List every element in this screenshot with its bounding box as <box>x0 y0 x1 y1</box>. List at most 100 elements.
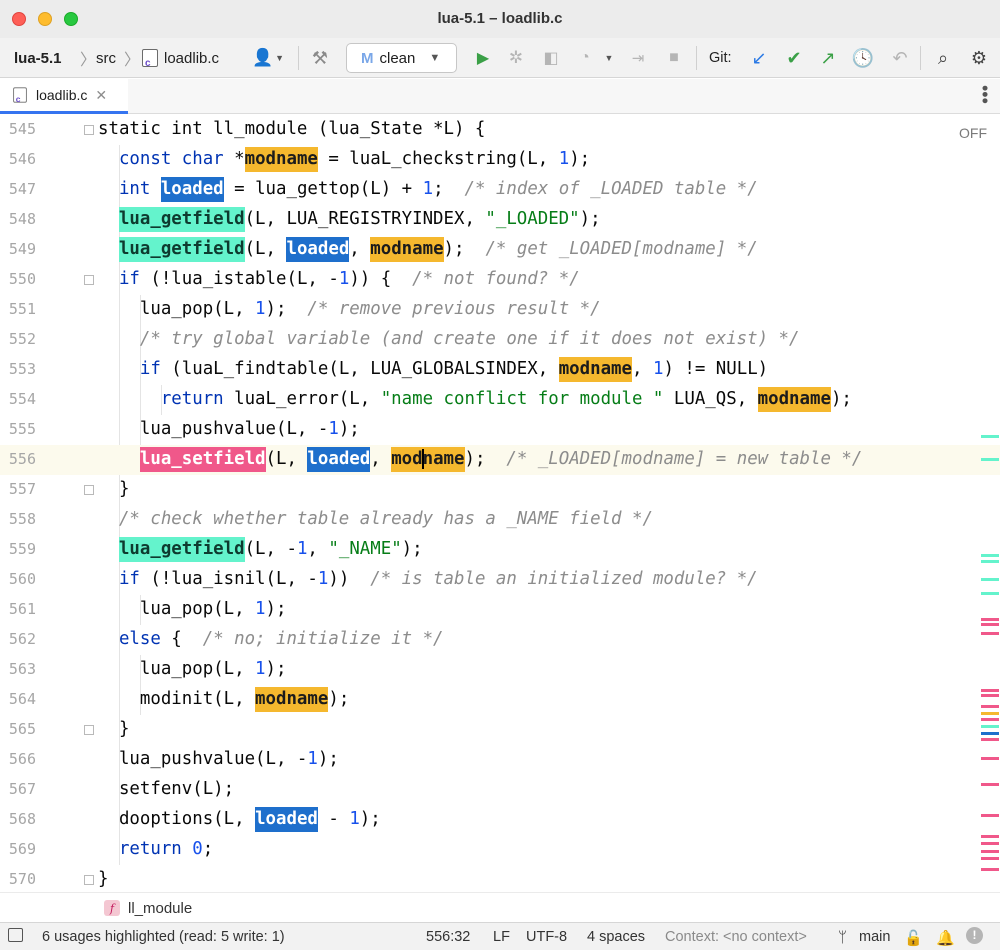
tool-windows-icon[interactable] <box>8 928 23 942</box>
line-number[interactable]: 566 <box>0 750 36 768</box>
code-line[interactable]: 547 int loaded = lua_gettop(L) + 1; /* in… <box>0 175 1000 205</box>
line-number[interactable]: 560 <box>0 570 36 588</box>
line-number[interactable]: 557 <box>0 480 36 498</box>
scrollbar-marker[interactable] <box>981 718 999 721</box>
tab-loadlib-c[interactable]: loadlib.c ✕ <box>0 79 128 114</box>
code-line[interactable]: 568 dooptions(L, loaded - 1); <box>0 805 1000 835</box>
line-number[interactable]: 567 <box>0 780 36 798</box>
line-number[interactable]: 547 <box>0 180 36 198</box>
line-number[interactable]: 548 <box>0 210 36 228</box>
scrollbar-marker[interactable] <box>981 868 999 871</box>
git-push-icon[interactable]: ↗ <box>817 38 839 78</box>
code-text[interactable]: lua_pushvalue(L, -1); <box>119 749 339 769</box>
code-text[interactable]: } <box>119 479 129 499</box>
run-config-select[interactable]: M clean ▼ <box>346 43 457 73</box>
fold-toggle-icon[interactable] <box>84 875 94 885</box>
code-text[interactable]: if (!lua_istable(L, -1)) { /* not found?… <box>119 269 580 289</box>
code-text[interactable]: /* check whether table already has a _NA… <box>119 509 653 529</box>
code-line[interactable]: 549 lua_getfield(L, loaded, modname); /* … <box>0 235 1000 265</box>
line-number[interactable]: 568 <box>0 810 36 828</box>
code-line[interactable]: 546 const char *modname = luaL_checkstrin… <box>0 145 1000 175</box>
git-commit-icon[interactable]: ✔ <box>783 38 805 78</box>
search-icon[interactable]: ⌕ <box>932 38 954 78</box>
code-text[interactable]: dooptions(L, loaded - 1); <box>119 807 381 832</box>
code-text[interactable]: setfenv(L); <box>119 779 234 799</box>
line-number[interactable]: 549 <box>0 240 36 258</box>
code-text[interactable]: if (luaL_findtable(L, LUA_GLOBALSINDEX, … <box>140 357 768 382</box>
code-text[interactable]: if (!lua_isnil(L, -1)) /* is table an in… <box>119 569 758 589</box>
code-line[interactable]: 566 lua_pushvalue(L, -1); <box>0 745 1000 775</box>
scrollbar-marker[interactable] <box>981 554 999 557</box>
code-line[interactable]: 570} <box>0 865 1000 892</box>
code-text[interactable]: lua_getfield(L, loaded, modname); /* get… <box>118 237 758 262</box>
code-line[interactable]: 550 if (!lua_istable(L, -1)) { /* not fou… <box>0 265 1000 295</box>
line-number[interactable]: 561 <box>0 600 36 618</box>
scrollbar-marker[interactable] <box>981 783 999 786</box>
line-number[interactable]: 562 <box>0 630 36 648</box>
code-line[interactable]: 552 /* try global variable (and create on… <box>0 325 1000 355</box>
breadcrumb-file[interactable]: loadlib.c <box>142 38 219 78</box>
notifications-icon[interactable]: 🔔 <box>936 929 955 947</box>
breadcrumb-project[interactable]: lua-5.1 <box>14 38 62 78</box>
indent-setting[interactable]: 4 spaces <box>587 929 645 945</box>
line-number[interactable]: 550 <box>0 270 36 288</box>
line-number[interactable]: 559 <box>0 540 36 558</box>
code-text[interactable]: lua_setfield(L, loaded, modname); /* _LO… <box>139 447 862 472</box>
hammer-icon[interactable]: ⚒ <box>308 38 332 78</box>
line-number[interactable]: 570 <box>0 870 36 888</box>
line-number[interactable]: 553 <box>0 360 36 378</box>
code-text[interactable]: return luaL_error(L, "name conflict for … <box>161 387 852 412</box>
code-text[interactable]: lua_pop(L, 1); <box>140 659 287 679</box>
code-text[interactable]: lua_pop(L, 1); /* remove previous result… <box>140 299 601 319</box>
fold-toggle-icon[interactable] <box>84 275 94 285</box>
code-line[interactable]: 564 modinit(L, modname); <box>0 685 1000 715</box>
code-text[interactable]: lua_pushvalue(L, -1); <box>140 419 360 439</box>
code-line[interactable]: 569 return 0; <box>0 835 1000 865</box>
caret-position[interactable]: 556:32 <box>426 929 470 945</box>
code-line[interactable]: 560 if (!lua_isnil(L, -1)) /* is table an… <box>0 565 1000 595</box>
scrollbar-marker[interactable] <box>981 738 999 741</box>
code-text[interactable]: /* try global variable (and create one i… <box>140 329 800 349</box>
scrollbar-marker[interactable] <box>981 592 999 595</box>
line-number[interactable]: 555 <box>0 420 36 438</box>
scrollbar-marker[interactable] <box>981 623 999 626</box>
code-line[interactable]: 557} <box>0 475 1000 505</box>
chevron-down-icon[interactable]: ▼ <box>602 38 616 78</box>
code-line[interactable]: 562 else { /* no; initialize it */ <box>0 625 1000 655</box>
warning-icon[interactable]: ! <box>966 927 983 944</box>
line-number[interactable]: 552 <box>0 330 36 348</box>
code-text[interactable]: int loaded = lua_gettop(L) + 1; /* index… <box>119 177 758 202</box>
line-number[interactable]: 554 <box>0 390 36 408</box>
code-line[interactable]: 553 if (luaL_findtable(L, LUA_GLOBALSINDE… <box>0 355 1000 385</box>
scrollbar-marker[interactable] <box>981 694 999 697</box>
scrollbar-marker[interactable] <box>981 632 999 635</box>
line-number[interactable]: 556 <box>0 450 36 468</box>
run-icon[interactable]: ▶ <box>472 38 494 78</box>
code-text[interactable]: lua_getfield(L, -1, "_NAME"); <box>118 537 423 562</box>
code-editor[interactable]: OFF 545 static int ll_module (lua_State *… <box>0 115 1000 892</box>
code-text[interactable]: return 0; <box>119 839 213 859</box>
scrollbar-marker[interactable] <box>981 560 999 563</box>
context-selector[interactable]: Context: <no context> <box>665 929 807 945</box>
more-options-icon[interactable]: ••• <box>975 85 995 104</box>
fold-toggle-icon[interactable] <box>84 125 94 135</box>
rollback-icon[interactable]: ↶ <box>889 38 911 78</box>
code-line[interactable]: 548 lua_getfield(L, LUA_REGISTRYINDEX, "_… <box>0 205 1000 235</box>
scrollbar-marker[interactable] <box>981 842 999 845</box>
code-line[interactable]: 545 static int ll_module (lua_State *L) { <box>0 115 1000 145</box>
code-line[interactable]: 556 lua_setfield(L, loaded, modname); /* … <box>0 445 1000 475</box>
code-text[interactable]: const char *modname = luaL_checkstring(L… <box>119 147 590 172</box>
line-number[interactable]: 545 <box>0 120 36 138</box>
line-number[interactable]: 569 <box>0 840 36 858</box>
user-icon[interactable]: 👤 ▼ <box>252 38 284 78</box>
scrollbar-marker[interactable] <box>981 578 999 581</box>
history-icon[interactable]: 🕓 <box>852 38 874 78</box>
git-update-icon[interactable]: ↙ <box>748 38 770 78</box>
scrollbar-marker[interactable] <box>981 458 999 461</box>
code-line[interactable]: 555 lua_pushvalue(L, -1); <box>0 415 1000 445</box>
fold-toggle-icon[interactable] <box>84 725 94 735</box>
scrollbar-marker[interactable] <box>981 725 999 728</box>
code-text[interactable]: modinit(L, modname); <box>140 687 349 712</box>
scrollbar-marker[interactable] <box>981 814 999 817</box>
debug-icon[interactable]: ✲ <box>505 38 527 78</box>
